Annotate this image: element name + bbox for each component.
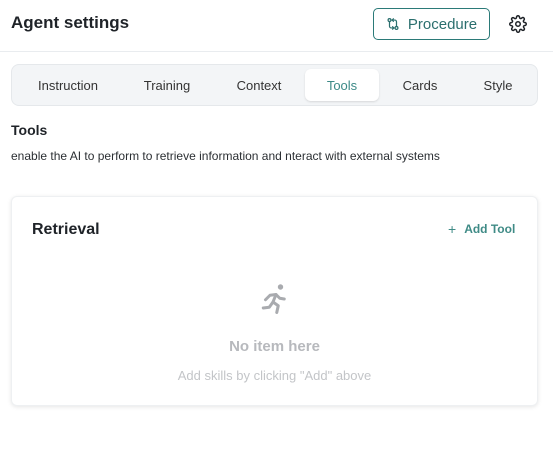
procedure-label: Procedure [407, 15, 478, 33]
section-description: enable the AI to perform to retrieve inf… [11, 149, 440, 163]
empty-state-subtitle: Add skills by clicking "Add" above [177, 368, 372, 383]
retrieval-card: Retrieval + Add Tool No item here Add sk… [11, 196, 538, 406]
tab-cards[interactable]: Cards [382, 69, 458, 101]
git-compare-icon [387, 18, 399, 30]
tab-context[interactable]: Context [214, 69, 304, 101]
empty-state-title: No item here [229, 338, 320, 355]
page-title: Agent settings [11, 13, 130, 32]
plus-icon: + [448, 221, 457, 237]
tab-tools[interactable]: Tools [305, 69, 379, 101]
retrieval-title: Retrieval [32, 221, 100, 238]
add-tool-label: Add Tool [464, 222, 516, 236]
running-person-icon [261, 284, 286, 314]
tab-instruction[interactable]: Instruction [16, 69, 120, 101]
gear-icon[interactable] [509, 15, 527, 33]
tab-training[interactable]: Training [120, 69, 214, 101]
tab-style[interactable]: Style [458, 69, 538, 101]
add-tool-button[interactable]: + Add Tool [448, 222, 515, 236]
procedure-button[interactable]: Procedure [373, 8, 490, 40]
section-title: Tools [11, 122, 48, 138]
header-bar: Agent settings Procedure [0, 0, 553, 52]
settings-tabs: Instruction Training Context Tools Cards… [11, 64, 538, 106]
